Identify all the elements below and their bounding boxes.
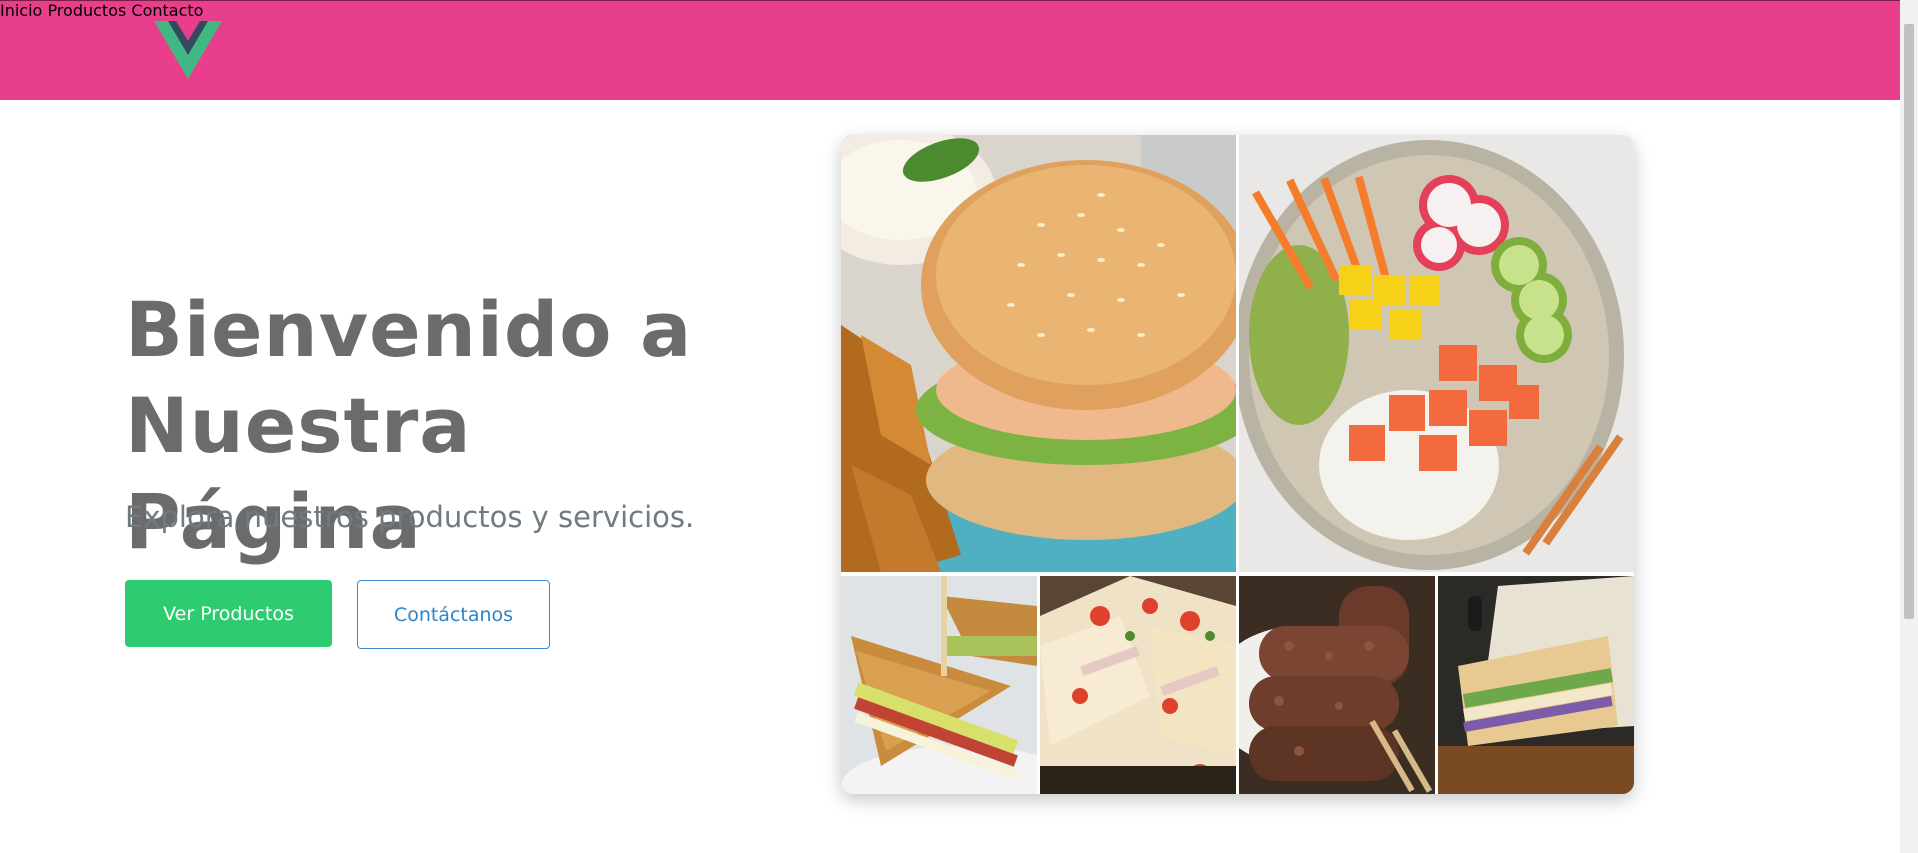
nav-link-inicio[interactable]: Inicio: [0, 1, 42, 20]
nav-link-productos[interactable]: Productos: [47, 1, 126, 20]
hero-title-line-1: Bienvenido a: [125, 285, 693, 374]
burger-image: [841, 135, 1236, 572]
wrapped-sandwich-image: [1438, 576, 1634, 794]
ver-productos-button[interactable]: Ver Productos: [125, 580, 332, 647]
top-navbar: Inicio Productos Contacto: [0, 0, 1900, 100]
contactanos-button[interactable]: Contáctanos: [357, 580, 550, 649]
poke-bowl-image: [1239, 135, 1634, 572]
club-sandwich-image: [841, 576, 1037, 794]
quesadilla-image: [1040, 576, 1236, 794]
scrollbar-thumb[interactable]: [1904, 24, 1914, 619]
kebab-meat-image: [1239, 576, 1435, 794]
nav-link-contacto[interactable]: Contacto: [131, 1, 203, 20]
page-scrollbar[interactable]: [1900, 0, 1918, 853]
hero-subtitle: Explora nuestros productos y servicios.: [125, 500, 695, 534]
food-gallery: [841, 135, 1634, 794]
vue-logo-icon[interactable]: [154, 21, 222, 81]
hero-title-line-2: Nuestra Página: [125, 381, 472, 566]
